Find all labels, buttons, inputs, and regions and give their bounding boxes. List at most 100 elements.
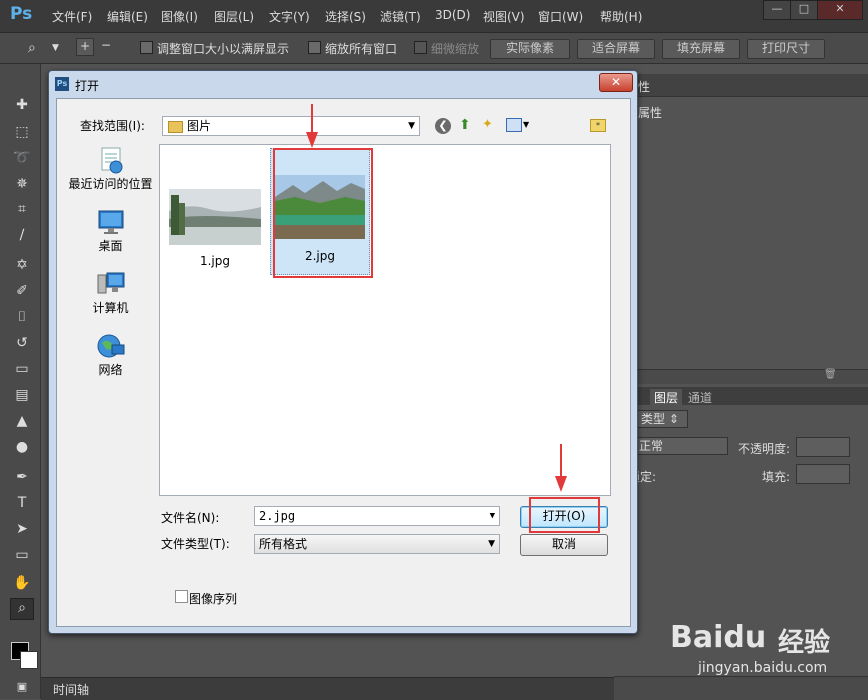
tab-properties-stub[interactable]: 性 — [638, 78, 650, 95]
place-network[interactable]: 网络 — [66, 331, 155, 378]
annotation-arrow-open — [560, 444, 562, 478]
print-size-button[interactable]: 打印尺寸 — [747, 39, 825, 59]
menu-image[interactable]: 图像(I) — [161, 8, 198, 25]
folder-star-icon[interactable]: * — [590, 119, 606, 132]
background-color-swatch[interactable] — [20, 651, 38, 669]
zoom-all-checkbox[interactable] — [308, 41, 321, 54]
trash-icon[interactable]: 🗑 — [824, 369, 837, 380]
history-brush-icon[interactable]: ↺ — [13, 334, 31, 352]
menu-select[interactable]: 选择(S) — [325, 8, 366, 25]
zoom-icon[interactable]: ⌕ — [28, 40, 36, 56]
menu-help[interactable]: 帮助(H) — [600, 8, 642, 25]
zoom-tool-icon[interactable]: ⌕ — [10, 598, 34, 620]
fill-field[interactable] — [796, 464, 850, 484]
place-recent[interactable]: 最近访问的位置 — [66, 145, 155, 192]
photoshop-small-icon: Ps — [55, 77, 69, 91]
maximize-button[interactable]: □ — [790, 0, 818, 20]
file-list: 1.jpg 2.jpg — [159, 144, 611, 496]
scrubby-zoom-checkbox[interactable] — [414, 41, 427, 54]
crop-tool-icon[interactable]: ⌗ — [13, 200, 31, 218]
watermark-sub: 经验 — [778, 628, 831, 658]
menu-file[interactable]: 文件(F) — [52, 8, 92, 25]
place-computer[interactable]: 计算机 — [66, 269, 155, 316]
brush-tool-icon[interactable]: ✐ — [13, 282, 31, 300]
zoom-in-icon[interactable]: + — [76, 38, 94, 56]
menu-3d[interactable]: 3D(D) — [435, 8, 470, 22]
menu-filter[interactable]: 滤镜(T) — [380, 8, 421, 25]
minimize-button[interactable]: — — [763, 0, 791, 20]
file-item[interactable]: 1.jpg — [169, 189, 261, 268]
image-sequence-checkbox[interactable] — [175, 590, 188, 603]
magic-wand-icon[interactable]: ✵ — [13, 175, 31, 193]
resize-windows-checkbox[interactable] — [140, 41, 153, 54]
menu-layer[interactable]: 图层(L) — [214, 8, 254, 25]
gradient-tool-icon[interactable]: ▤ — [13, 386, 31, 404]
pen-tool-icon[interactable]: ✒ — [13, 468, 31, 486]
look-in-select[interactable]: 图片 ▼ — [162, 116, 420, 136]
filetype-value: 所有格式 — [259, 537, 308, 551]
filetype-select[interactable]: 所有格式 ▼ — [254, 534, 500, 554]
place-desktop[interactable]: 桌面 — [66, 207, 155, 254]
filename-value: 2.jpg — [259, 509, 296, 523]
chevron-down-icon: ▼ — [488, 539, 495, 549]
lasso-tool-icon[interactable]: ➰ — [13, 149, 31, 167]
timeline-label[interactable]: 时间轴 — [53, 681, 89, 698]
dialog-title: 打开 — [75, 79, 100, 93]
file-name: 1.jpg — [199, 254, 231, 268]
file-thumbnail — [169, 189, 261, 245]
menu-window[interactable]: 窗口(W) — [538, 8, 583, 25]
move-tool-icon[interactable]: ✚ — [13, 96, 31, 114]
timeline-panel: 时间轴 — [41, 677, 614, 700]
type-tool-icon[interactable]: T — [13, 494, 31, 512]
watermark-url: jingyan.baidu.com — [698, 660, 828, 676]
properties-heading: 属性 — [638, 106, 663, 120]
back-icon[interactable]: ❮ — [435, 118, 451, 134]
close-window-button[interactable]: ✕ — [817, 0, 863, 20]
healing-brush-icon[interactable]: ✡ — [13, 256, 31, 274]
dialog-close-button[interactable]: ✕ — [599, 73, 633, 92]
filetype-label: 文件类型(T): — [161, 537, 230, 551]
tab-channels[interactable]: 通道 — [688, 389, 712, 406]
annotation-arrowhead-open — [555, 476, 567, 492]
scrubby-zoom-label: 细微缩放 — [431, 42, 480, 56]
filename-input[interactable]: 2.jpg ▼ — [254, 506, 500, 526]
opacity-label: 不透明度: — [738, 442, 791, 456]
marquee-tool-icon[interactable]: ⬚ — [13, 123, 31, 141]
hand-tool-icon[interactable]: ✋ — [13, 574, 31, 592]
zoom-out-icon[interactable]: − — [101, 38, 111, 52]
shape-tool-icon[interactable]: ▭ — [13, 546, 31, 564]
fit-screen-button[interactable]: 适合屏幕 — [577, 39, 655, 59]
new-folder-icon[interactable]: ✦ — [482, 117, 493, 132]
dodge-tool-icon[interactable]: ● — [13, 438, 31, 456]
resize-windows-label: 调整窗口大小以满屏显示 — [157, 42, 290, 56]
place-computer-label: 计算机 — [92, 301, 129, 315]
filename-label: 文件名(N): — [161, 511, 220, 525]
menu-edit[interactable]: 编辑(E) — [107, 8, 148, 25]
quick-mask-icon[interactable]: ▣ — [13, 678, 31, 696]
up-folder-icon[interactable]: ⬆ — [459, 117, 471, 133]
annotation-arrowhead-file — [306, 132, 318, 148]
place-desktop-label: 桌面 — [98, 239, 123, 253]
chevron-down-icon[interactable]: ▼ — [52, 43, 59, 53]
menu-view[interactable]: 视图(V) — [483, 8, 525, 25]
path-selection-icon[interactable]: ➤ — [13, 520, 31, 538]
fill-screen-button[interactable]: 填充屏幕 — [662, 39, 740, 59]
eraser-tool-icon[interactable]: ▭ — [13, 360, 31, 378]
view-menu-icon[interactable] — [506, 118, 522, 132]
actual-pixels-button[interactable]: 实际像素 — [490, 39, 570, 59]
cancel-button[interactable]: 取消 — [520, 534, 608, 556]
blend-mode-select[interactable]: 正常 — [628, 437, 728, 455]
image-sequence-label: 图像序列 — [189, 592, 238, 606]
eyedropper-icon[interactable]: ∕ — [13, 226, 31, 244]
photoshop-logo: Ps — [10, 4, 33, 24]
stamp-tool-icon[interactable]: ⌷ — [13, 308, 31, 326]
opacity-field[interactable] — [796, 437, 850, 457]
blend-mode-value: 正常 — [639, 439, 664, 453]
blur-tool-icon[interactable]: ▲ — [13, 412, 31, 430]
network-globe-icon — [97, 334, 124, 358]
menu-type[interactable]: 文字(Y) — [269, 8, 310, 25]
chevron-down-icon[interactable]: ▼ — [523, 120, 529, 129]
tools-panel: ✚ ⬚ ➰ ✵ ⌗ ∕ ✡ ✐ ⌷ ↺ ▭ ▤ ▲ ● ✒ T ➤ ▭ ✋ ⌕ … — [0, 64, 41, 699]
tab-layers[interactable]: 图层 — [650, 389, 683, 406]
chevron-down-icon: ▼ — [489, 511, 495, 521]
